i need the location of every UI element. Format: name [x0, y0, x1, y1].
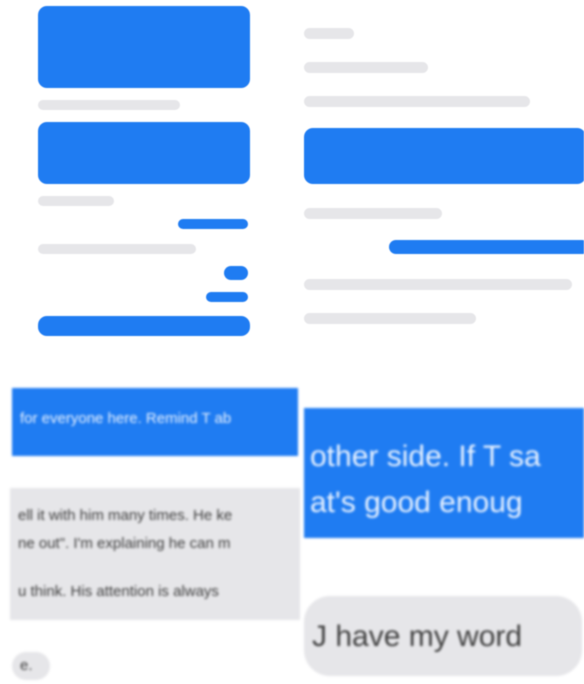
thread-tile-top-right [297, 0, 584, 355]
message-bubble-received[interactable] [304, 28, 354, 39]
message-thread [297, 0, 584, 355]
message-text-line: other side. If T sa [310, 440, 541, 473]
message-bubble-sent[interactable] [224, 266, 248, 280]
message-bubble-sent[interactable] [304, 128, 584, 184]
message-bubble-received[interactable] [304, 62, 428, 73]
message-text-line: ne out". I'm explaining he can m [18, 535, 231, 552]
message-bubble-sent[interactable]: for everyone here. Remind T ab [12, 388, 298, 456]
message-bubble-sent[interactable] [38, 6, 250, 88]
thread-tile-top-left [0, 0, 292, 355]
message-bubble-sent[interactable] [38, 122, 250, 184]
message-bubble-sent[interactable] [389, 240, 584, 254]
message-text: for everyone here. Remind T ab [20, 410, 232, 427]
message-bubble-received[interactable] [38, 196, 114, 206]
message-bubble-received[interactable]: ell it with him many times. He ke ne out… [10, 488, 300, 620]
message-bubble-received[interactable] [304, 279, 572, 290]
message-bubble-received[interactable]: e. [12, 652, 50, 680]
message-text: e. [20, 657, 33, 674]
message-bubble-received[interactable] [304, 208, 442, 219]
message-text: J have my word [312, 620, 523, 653]
message-thread [0, 0, 292, 355]
thread-tile-bottom-left-zoom: for everyone here. Remind T ab ell it wi… [0, 370, 300, 684]
message-bubble-sent[interactable]: other side. If T sa at's good enoug [304, 408, 584, 538]
message-bubble-sent[interactable] [206, 292, 248, 302]
thread-tile-bottom-right-zoom: other side. If T sa at's good enoug J ha… [304, 408, 584, 684]
message-bubble-sent[interactable] [178, 219, 248, 229]
message-text-line: ell it with him many times. He ke [18, 507, 233, 524]
message-bubble-received[interactable] [38, 244, 196, 254]
message-text-line: u think. His attention is always [18, 583, 219, 600]
message-bubble-received[interactable] [304, 96, 530, 107]
message-bubble-sent[interactable] [38, 316, 250, 336]
message-text-line: at's good enoug [310, 486, 523, 519]
message-bubble-received[interactable] [38, 100, 180, 110]
message-bubble-received[interactable]: J have my word [304, 596, 582, 676]
message-bubble-received[interactable] [304, 313, 476, 324]
